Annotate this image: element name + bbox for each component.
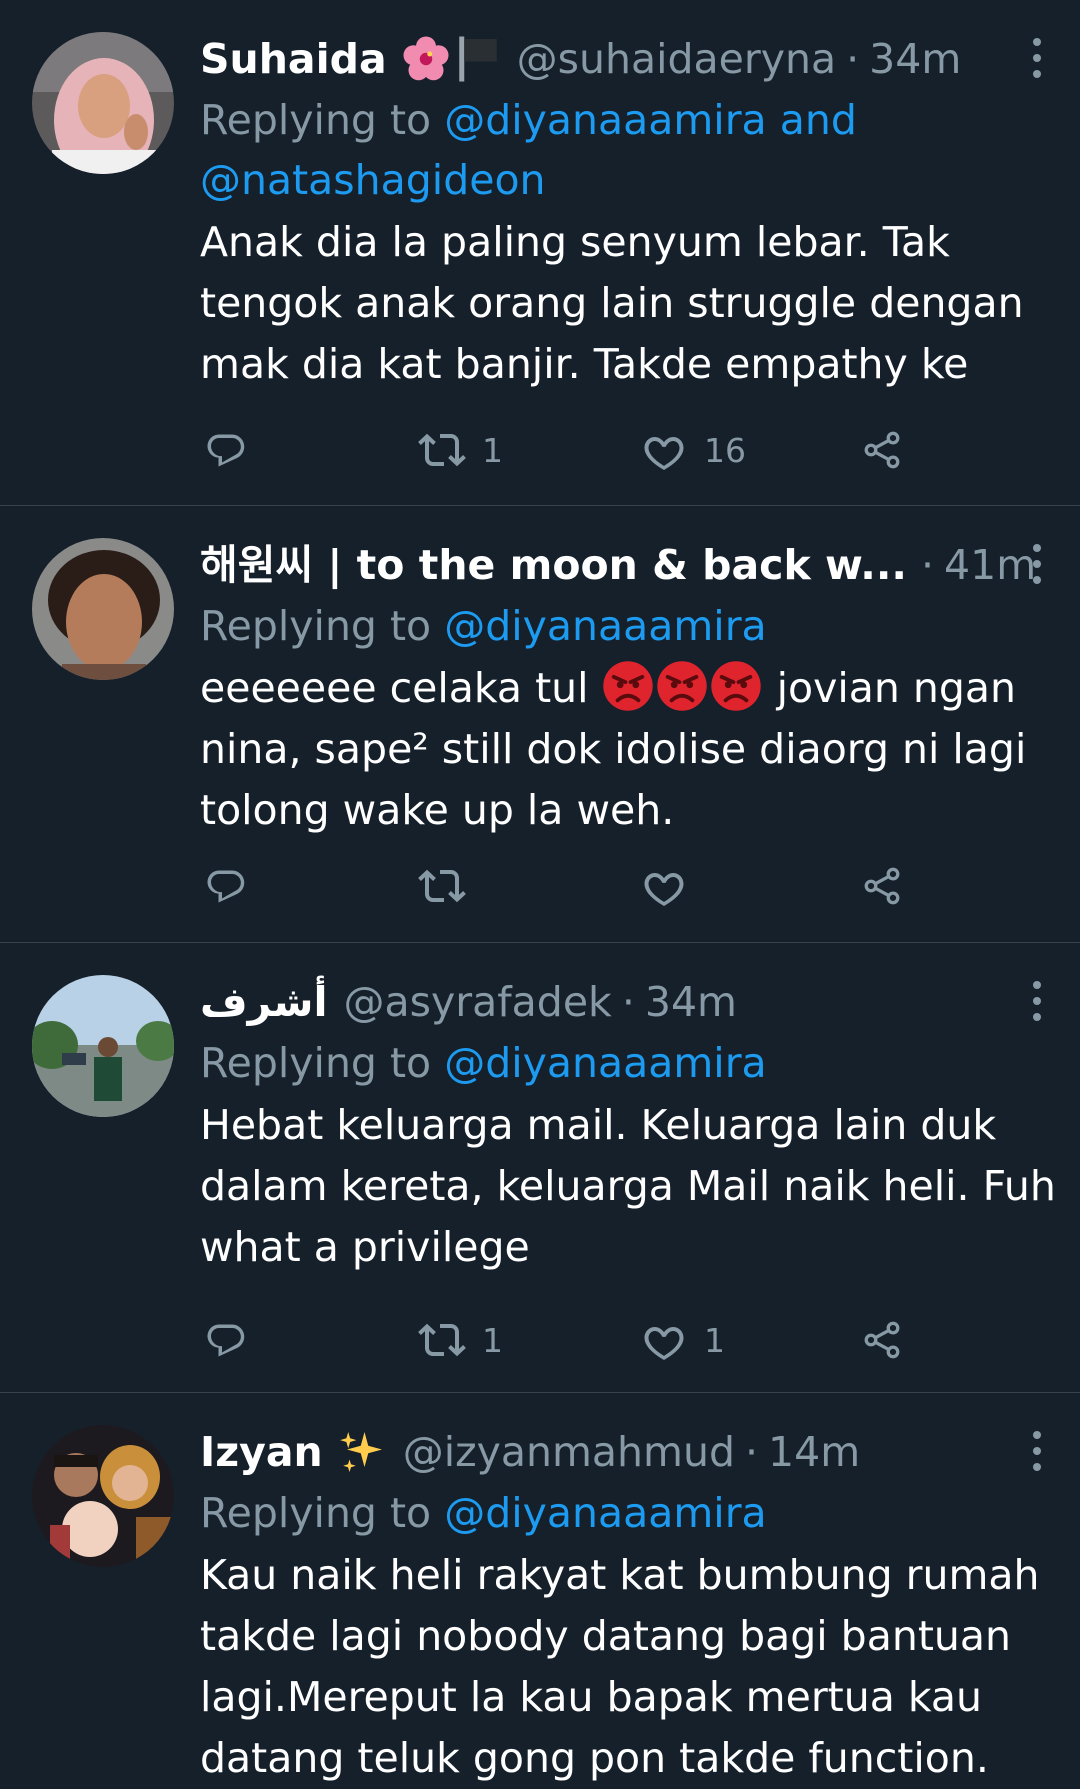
retweet-button[interactable]: 1 xyxy=(418,420,503,480)
mention-link[interactable]: @diyanaaamira xyxy=(444,1489,766,1537)
more-options-icon[interactable] xyxy=(1030,979,1044,1023)
tweet-item[interactable]: أشرف @asyrafadek · 34m Replying to @diya… xyxy=(0,943,1080,1393)
angry-face-emoji xyxy=(710,660,762,712)
heart-icon xyxy=(640,1316,688,1364)
like-count: 1 xyxy=(704,1320,725,1360)
share-icon xyxy=(860,1318,904,1362)
replying-label: Replying to xyxy=(200,1489,432,1537)
tweet-item[interactable]: 해원씨 | to the moon & back w... · 41m Repl… xyxy=(0,506,1080,943)
reply-icon xyxy=(204,1316,252,1364)
handle[interactable]: @izyanmahmud xyxy=(403,1421,735,1483)
handle[interactable]: @suhaidaeryna xyxy=(517,28,836,90)
reply-button[interactable] xyxy=(204,420,268,480)
timestamp[interactable]: 34m xyxy=(645,971,737,1033)
tweet-item[interactable]: Izyan @izyanmahmud · 14m Replying to @di… xyxy=(0,1393,1080,1789)
heart-icon xyxy=(640,426,688,474)
avatar[interactable] xyxy=(32,1425,174,1567)
reply-button[interactable] xyxy=(204,1310,268,1370)
more-options-icon[interactable] xyxy=(1030,36,1044,80)
tweet-header: 해원씨 | to the moon & back w... · 41m xyxy=(200,534,1080,596)
avatar[interactable] xyxy=(32,32,174,174)
timestamp[interactable]: 14m xyxy=(768,1421,860,1483)
like-button[interactable]: 1 xyxy=(640,1310,725,1370)
replying-to: Replying to @diyanaaamira xyxy=(200,1483,1080,1543)
reply-icon xyxy=(204,426,252,474)
more-options-icon[interactable] xyxy=(1030,1429,1044,1473)
retweet-button[interactable] xyxy=(418,856,482,916)
sparkles-emoji xyxy=(337,1427,387,1477)
replying-to: Replying to @diyanaaamira and @natashagi… xyxy=(200,90,1080,210)
tweet-actions xyxy=(200,856,920,916)
reply-button[interactable] xyxy=(204,856,268,916)
like-count: 16 xyxy=(704,430,746,470)
black-flag-emoji xyxy=(455,34,501,84)
reply-icon xyxy=(204,862,252,910)
avatar[interactable] xyxy=(32,538,174,680)
share-button[interactable] xyxy=(860,420,904,480)
tweet-text: Anak dia la paling senyum lebar. Tak ten… xyxy=(200,218,1024,388)
avatar[interactable] xyxy=(32,975,174,1117)
tweet-text: eeeeeee celaka tul jovian ngan nina, sap… xyxy=(200,658,1060,841)
share-icon xyxy=(860,864,904,908)
tweet-item[interactable]: Suhaida @suhaidaeryna · 34m Replying to … xyxy=(0,0,1080,506)
display-name[interactable]: Suhaida xyxy=(200,28,387,90)
tweet-text-start: eeeeeee celaka tul xyxy=(200,664,602,712)
retweet-icon xyxy=(418,426,466,474)
separator-dot: · xyxy=(846,35,860,83)
display-name[interactable]: أشرف xyxy=(200,971,328,1033)
mention-link[interactable]: @diyanaaamira xyxy=(444,602,766,650)
hibiscus-emoji xyxy=(401,34,451,84)
heart-icon xyxy=(640,862,688,910)
angry-face-emoji xyxy=(656,660,708,712)
retweet-button[interactable]: 1 xyxy=(418,1310,503,1370)
replying-label: Replying to xyxy=(200,1039,432,1087)
more-options-icon[interactable] xyxy=(1030,542,1044,586)
retweet-icon xyxy=(418,1316,466,1364)
replying-label: Replying to xyxy=(200,96,432,144)
tweet-actions: 1 16 xyxy=(200,420,920,480)
separator-dot: · xyxy=(621,978,635,1026)
like-button[interactable] xyxy=(640,856,704,916)
retweet-count: 1 xyxy=(482,1320,503,1360)
share-button[interactable] xyxy=(860,1310,904,1370)
like-button[interactable]: 16 xyxy=(640,420,746,480)
share-icon xyxy=(860,428,904,472)
retweet-icon xyxy=(418,862,466,910)
mention-link[interactable]: @diyanaaamira xyxy=(444,1039,766,1087)
separator-dot: · xyxy=(745,1428,759,1476)
timestamp[interactable]: 41m xyxy=(944,534,1036,596)
share-button[interactable] xyxy=(860,856,904,916)
display-name[interactable]: Izyan xyxy=(200,1421,323,1483)
display-name[interactable]: 해원씨 | to the moon & back w... xyxy=(200,534,907,596)
tweet-header: Izyan @izyanmahmud · 14m xyxy=(200,1421,1080,1483)
tweet-header: أشرف @asyrafadek · 34m xyxy=(200,971,1080,1033)
angry-face-emoji xyxy=(602,660,654,712)
tweet-text: Kau naik heli rakyat kat bumbung rumah t… xyxy=(200,1551,1040,1782)
replying-label: Replying to xyxy=(200,602,432,650)
separator-dot: · xyxy=(920,541,935,589)
tweet-actions: 1 1 xyxy=(200,1310,920,1370)
tweet-text: Hebat keluarga mail. Keluarga lain duk d… xyxy=(200,1101,1056,1271)
replying-to: Replying to @diyanaaamira xyxy=(200,596,1080,656)
timestamp[interactable]: 34m xyxy=(869,28,961,90)
handle[interactable]: @asyrafadek xyxy=(344,971,612,1033)
tweet-header: Suhaida @suhaidaeryna · 34m xyxy=(200,28,1080,90)
replying-to: Replying to @diyanaaamira xyxy=(200,1033,1080,1093)
retweet-count: 1 xyxy=(482,430,503,470)
